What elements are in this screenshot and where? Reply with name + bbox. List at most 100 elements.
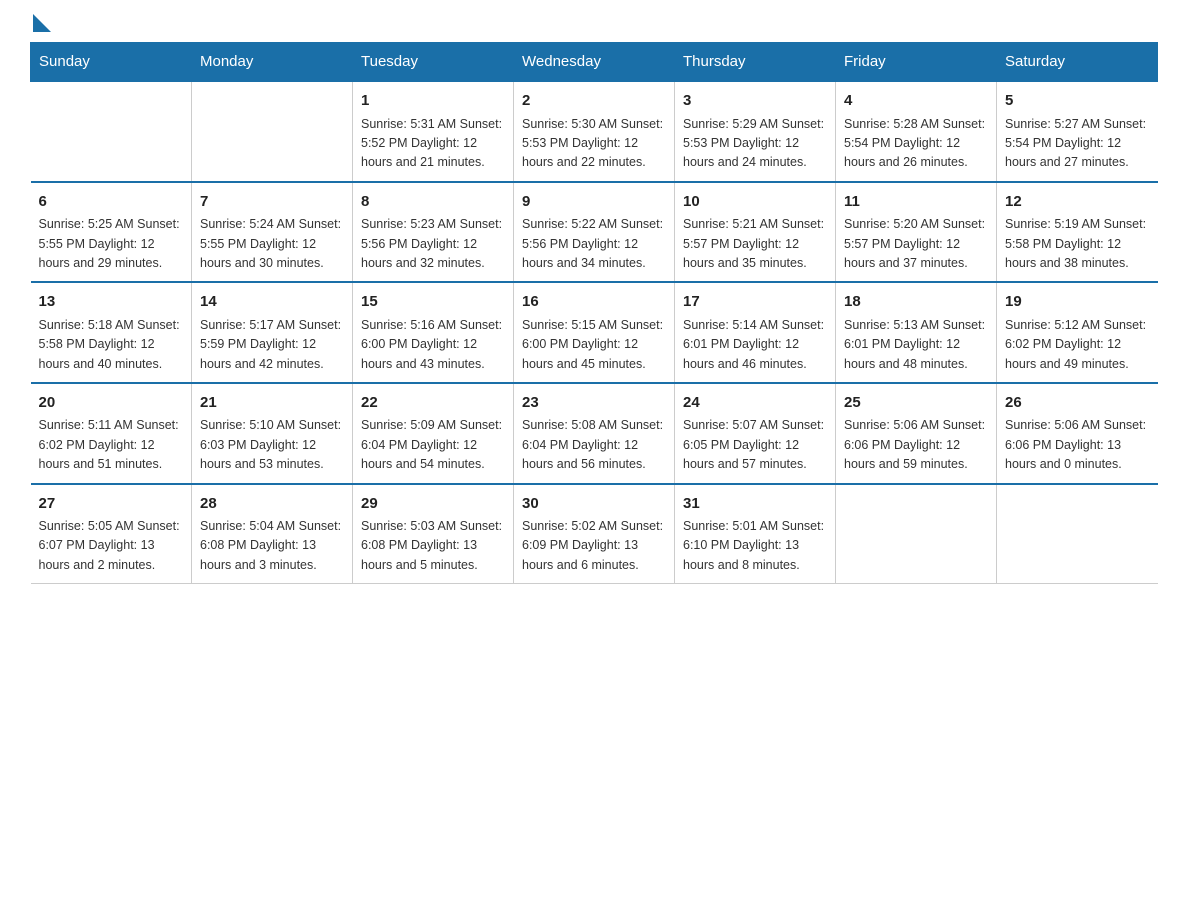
calendar-cell: 29Sunrise: 5:03 AM Sunset: 6:08 PM Dayli… <box>353 484 514 584</box>
day-info: Sunrise: 5:22 AM Sunset: 5:56 PM Dayligh… <box>522 215 666 273</box>
calendar-cell: 13Sunrise: 5:18 AM Sunset: 5:58 PM Dayli… <box>31 282 192 383</box>
calendar-cell: 28Sunrise: 5:04 AM Sunset: 6:08 PM Dayli… <box>192 484 353 584</box>
day-info: Sunrise: 5:30 AM Sunset: 5:53 PM Dayligh… <box>522 115 666 173</box>
calendar-cell: 31Sunrise: 5:01 AM Sunset: 6:10 PM Dayli… <box>675 484 836 584</box>
day-info: Sunrise: 5:06 AM Sunset: 6:06 PM Dayligh… <box>1005 416 1150 474</box>
day-info: Sunrise: 5:28 AM Sunset: 5:54 PM Dayligh… <box>844 115 988 173</box>
week-row-2: 6Sunrise: 5:25 AM Sunset: 5:55 PM Daylig… <box>31 182 1158 283</box>
day-info: Sunrise: 5:27 AM Sunset: 5:54 PM Dayligh… <box>1005 115 1150 173</box>
calendar-cell: 24Sunrise: 5:07 AM Sunset: 6:05 PM Dayli… <box>675 383 836 484</box>
day-number: 23 <box>522 392 666 415</box>
day-number: 18 <box>844 291 988 314</box>
day-info: Sunrise: 5:09 AM Sunset: 6:04 PM Dayligh… <box>361 416 505 474</box>
calendar-cell: 6Sunrise: 5:25 AM Sunset: 5:55 PM Daylig… <box>31 182 192 283</box>
calendar-cell: 16Sunrise: 5:15 AM Sunset: 6:00 PM Dayli… <box>514 282 675 383</box>
day-number: 22 <box>361 392 505 415</box>
calendar-cell: 30Sunrise: 5:02 AM Sunset: 6:09 PM Dayli… <box>514 484 675 584</box>
day-number: 8 <box>361 191 505 214</box>
header-day-tuesday: Tuesday <box>353 43 514 82</box>
week-row-3: 13Sunrise: 5:18 AM Sunset: 5:58 PM Dayli… <box>31 282 1158 383</box>
day-number: 12 <box>1005 191 1150 214</box>
header-day-friday: Friday <box>836 43 997 82</box>
day-info: Sunrise: 5:24 AM Sunset: 5:55 PM Dayligh… <box>200 215 344 273</box>
calendar-cell: 9Sunrise: 5:22 AM Sunset: 5:56 PM Daylig… <box>514 182 675 283</box>
calendar-cell: 18Sunrise: 5:13 AM Sunset: 6:01 PM Dayli… <box>836 282 997 383</box>
calendar-cell: 14Sunrise: 5:17 AM Sunset: 5:59 PM Dayli… <box>192 282 353 383</box>
logo <box>30 20 51 32</box>
day-info: Sunrise: 5:10 AM Sunset: 6:03 PM Dayligh… <box>200 416 344 474</box>
calendar-cell: 11Sunrise: 5:20 AM Sunset: 5:57 PM Dayli… <box>836 182 997 283</box>
calendar-cell <box>192 81 353 182</box>
day-info: Sunrise: 5:14 AM Sunset: 6:01 PM Dayligh… <box>683 316 827 374</box>
calendar-cell: 8Sunrise: 5:23 AM Sunset: 5:56 PM Daylig… <box>353 182 514 283</box>
day-number: 25 <box>844 392 988 415</box>
day-info: Sunrise: 5:23 AM Sunset: 5:56 PM Dayligh… <box>361 215 505 273</box>
day-info: Sunrise: 5:18 AM Sunset: 5:58 PM Dayligh… <box>39 316 184 374</box>
day-info: Sunrise: 5:20 AM Sunset: 5:57 PM Dayligh… <box>844 215 988 273</box>
week-row-1: 1Sunrise: 5:31 AM Sunset: 5:52 PM Daylig… <box>31 81 1158 182</box>
day-number: 7 <box>200 191 344 214</box>
day-number: 26 <box>1005 392 1150 415</box>
day-number: 4 <box>844 90 988 113</box>
day-number: 31 <box>683 493 827 516</box>
header-day-sunday: Sunday <box>31 43 192 82</box>
calendar-cell: 5Sunrise: 5:27 AM Sunset: 5:54 PM Daylig… <box>997 81 1158 182</box>
day-info: Sunrise: 5:02 AM Sunset: 6:09 PM Dayligh… <box>522 517 666 575</box>
header-day-monday: Monday <box>192 43 353 82</box>
day-info: Sunrise: 5:29 AM Sunset: 5:53 PM Dayligh… <box>683 115 827 173</box>
day-number: 9 <box>522 191 666 214</box>
day-info: Sunrise: 5:19 AM Sunset: 5:58 PM Dayligh… <box>1005 215 1150 273</box>
day-number: 20 <box>39 392 184 415</box>
calendar-cell: 1Sunrise: 5:31 AM Sunset: 5:52 PM Daylig… <box>353 81 514 182</box>
day-info: Sunrise: 5:25 AM Sunset: 5:55 PM Dayligh… <box>39 215 184 273</box>
calendar-cell <box>31 81 192 182</box>
day-info: Sunrise: 5:07 AM Sunset: 6:05 PM Dayligh… <box>683 416 827 474</box>
header-row: SundayMondayTuesdayWednesdayThursdayFrid… <box>31 43 1158 82</box>
day-number: 6 <box>39 191 184 214</box>
header-day-wednesday: Wednesday <box>514 43 675 82</box>
calendar-cell: 27Sunrise: 5:05 AM Sunset: 6:07 PM Dayli… <box>31 484 192 584</box>
day-number: 30 <box>522 493 666 516</box>
calendar-cell: 25Sunrise: 5:06 AM Sunset: 6:06 PM Dayli… <box>836 383 997 484</box>
header-day-thursday: Thursday <box>675 43 836 82</box>
day-info: Sunrise: 5:11 AM Sunset: 6:02 PM Dayligh… <box>39 416 184 474</box>
calendar-header: SundayMondayTuesdayWednesdayThursdayFrid… <box>31 43 1158 82</box>
week-row-5: 27Sunrise: 5:05 AM Sunset: 6:07 PM Dayli… <box>31 484 1158 584</box>
calendar-cell: 3Sunrise: 5:29 AM Sunset: 5:53 PM Daylig… <box>675 81 836 182</box>
day-info: Sunrise: 5:04 AM Sunset: 6:08 PM Dayligh… <box>200 517 344 575</box>
calendar-body: 1Sunrise: 5:31 AM Sunset: 5:52 PM Daylig… <box>31 81 1158 584</box>
day-number: 19 <box>1005 291 1150 314</box>
calendar-cell: 2Sunrise: 5:30 AM Sunset: 5:53 PM Daylig… <box>514 81 675 182</box>
day-number: 3 <box>683 90 827 113</box>
day-number: 15 <box>361 291 505 314</box>
calendar-cell <box>997 484 1158 584</box>
calendar-cell: 7Sunrise: 5:24 AM Sunset: 5:55 PM Daylig… <box>192 182 353 283</box>
page-header <box>30 20 1158 32</box>
calendar-cell: 21Sunrise: 5:10 AM Sunset: 6:03 PM Dayli… <box>192 383 353 484</box>
calendar-cell: 19Sunrise: 5:12 AM Sunset: 6:02 PM Dayli… <box>997 282 1158 383</box>
day-number: 21 <box>200 392 344 415</box>
week-row-4: 20Sunrise: 5:11 AM Sunset: 6:02 PM Dayli… <box>31 383 1158 484</box>
day-number: 2 <box>522 90 666 113</box>
day-number: 16 <box>522 291 666 314</box>
day-info: Sunrise: 5:16 AM Sunset: 6:00 PM Dayligh… <box>361 316 505 374</box>
day-info: Sunrise: 5:13 AM Sunset: 6:01 PM Dayligh… <box>844 316 988 374</box>
calendar-cell <box>836 484 997 584</box>
day-info: Sunrise: 5:08 AM Sunset: 6:04 PM Dayligh… <box>522 416 666 474</box>
calendar-table: SundayMondayTuesdayWednesdayThursdayFrid… <box>30 42 1158 584</box>
day-number: 24 <box>683 392 827 415</box>
calendar-cell: 20Sunrise: 5:11 AM Sunset: 6:02 PM Dayli… <box>31 383 192 484</box>
day-info: Sunrise: 5:12 AM Sunset: 6:02 PM Dayligh… <box>1005 316 1150 374</box>
day-number: 28 <box>200 493 344 516</box>
header-day-saturday: Saturday <box>997 43 1158 82</box>
day-info: Sunrise: 5:05 AM Sunset: 6:07 PM Dayligh… <box>39 517 184 575</box>
calendar-cell: 22Sunrise: 5:09 AM Sunset: 6:04 PM Dayli… <box>353 383 514 484</box>
day-info: Sunrise: 5:15 AM Sunset: 6:00 PM Dayligh… <box>522 316 666 374</box>
day-number: 5 <box>1005 90 1150 113</box>
day-info: Sunrise: 5:03 AM Sunset: 6:08 PM Dayligh… <box>361 517 505 575</box>
calendar-cell: 17Sunrise: 5:14 AM Sunset: 6:01 PM Dayli… <box>675 282 836 383</box>
logo-triangle-icon <box>33 14 51 32</box>
day-number: 13 <box>39 291 184 314</box>
day-number: 1 <box>361 90 505 113</box>
day-info: Sunrise: 5:31 AM Sunset: 5:52 PM Dayligh… <box>361 115 505 173</box>
